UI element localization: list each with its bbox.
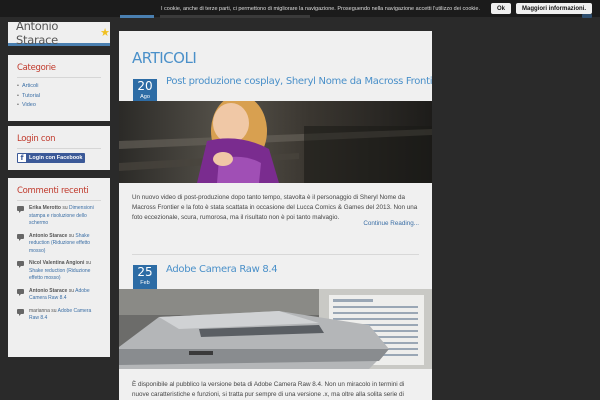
- recent-comment: marianna su Adobe Camera Raw 8.4: [17, 308, 101, 323]
- category-item-video[interactable]: Video: [17, 101, 101, 111]
- post-date-badge: 25 Feb: [133, 265, 157, 292]
- post-divider: [132, 254, 419, 255]
- login-title: Login con: [17, 134, 56, 144]
- facebook-login-label: Login con Facebook: [29, 155, 83, 161]
- topnav-search-bar[interactable]: [160, 15, 310, 18]
- comment-icon: [17, 261, 24, 268]
- cookie-text: I cookie, anche di terze parti, ci perme…: [160, 5, 480, 12]
- category-item-tutorial[interactable]: Tutorial: [17, 92, 101, 102]
- comment-icon: [17, 288, 24, 296]
- post-featured-image[interactable]: [119, 289, 432, 369]
- cookie-ok-button[interactable]: Ok: [490, 3, 511, 14]
- facebook-icon: f: [18, 154, 26, 162]
- categories-list: Articoli Tutorial Video: [17, 82, 101, 111]
- comment-sep: su: [62, 205, 68, 211]
- recent-comment: Antonio Starace su Shake reduction (Ridu…: [17, 233, 101, 256]
- post-featured-image[interactable]: [119, 101, 432, 183]
- post-excerpt: Un nuovo video di post-produzione dopo t…: [132, 194, 418, 221]
- category-item-articoli[interactable]: Articoli: [17, 82, 101, 92]
- recent-comment: Erika Merotto su Dimensioni stampa e ris…: [17, 205, 101, 228]
- post-day: 25: [137, 265, 153, 279]
- comment-icon: [17, 206, 24, 213]
- site-brand[interactable]: Antonio Starace ★: [8, 19, 110, 47]
- comment-sep: su: [68, 287, 75, 294]
- continue-reading-link[interactable]: Continue Reading...: [363, 220, 419, 227]
- page-title: ARTICOLI: [132, 49, 197, 67]
- post-day: 20: [137, 79, 153, 93]
- comment-icon: [17, 308, 24, 316]
- comment-author[interactable]: Antonio Starace: [29, 233, 67, 239]
- comment-sep: su: [85, 260, 92, 266]
- post-month: Feb: [140, 280, 150, 286]
- comment-sep: su: [68, 232, 75, 239]
- post-month: Ago: [140, 94, 150, 100]
- star-icon: ★: [100, 27, 110, 39]
- post-excerpt: È disponibile al pubblico la versione be…: [132, 381, 405, 398]
- comment-author[interactable]: Antonio Starace: [29, 288, 67, 294]
- post-title-link[interactable]: Post produzione cosplay, Sheryl Nome da …: [166, 76, 432, 87]
- recent-comment: Nicol Valentina Angioni su Shake reducti…: [17, 260, 101, 283]
- cookie-more-info-button[interactable]: Maggiori informazioni.: [516, 3, 592, 14]
- widget-divider: [17, 77, 101, 78]
- recent-comments-title: Commenti recenti: [17, 186, 89, 196]
- topnav-active-item[interactable]: [120, 15, 154, 18]
- facebook-login-button[interactable]: f Login con Facebook: [17, 153, 85, 163]
- comment-icon: [17, 233, 24, 241]
- main-content: ARTICOLI 20 Ago Post produzione cosplay,…: [119, 31, 432, 400]
- comment-post-link[interactable]: Shake reduction (Riduzione effetto mosso…: [29, 268, 90, 282]
- comment-author[interactable]: Erika Merotto: [29, 205, 61, 211]
- site-title[interactable]: Antonio Starace: [16, 19, 98, 47]
- recent-comment: Antonio Starace su Adobe Camera Raw 8.4: [17, 288, 101, 303]
- login-widget: Login con f Login con Facebook: [8, 126, 110, 170]
- categories-widget: Categorie Articoli Tutorial Video: [8, 55, 110, 121]
- categories-title: Categorie: [17, 63, 56, 73]
- comment-author[interactable]: marianna: [29, 308, 50, 314]
- recent-comments-widget: Commenti recenti Erika Merotto su Dimens…: [8, 178, 110, 357]
- widget-divider: [17, 148, 101, 149]
- comment-sep: su: [51, 307, 57, 314]
- top-scroll-indicator[interactable]: [582, 14, 592, 18]
- widget-divider: [17, 200, 101, 201]
- post-title-link[interactable]: Adobe Camera Raw 8.4: [166, 264, 278, 275]
- comment-author[interactable]: Nicol Valentina Angioni: [29, 260, 84, 266]
